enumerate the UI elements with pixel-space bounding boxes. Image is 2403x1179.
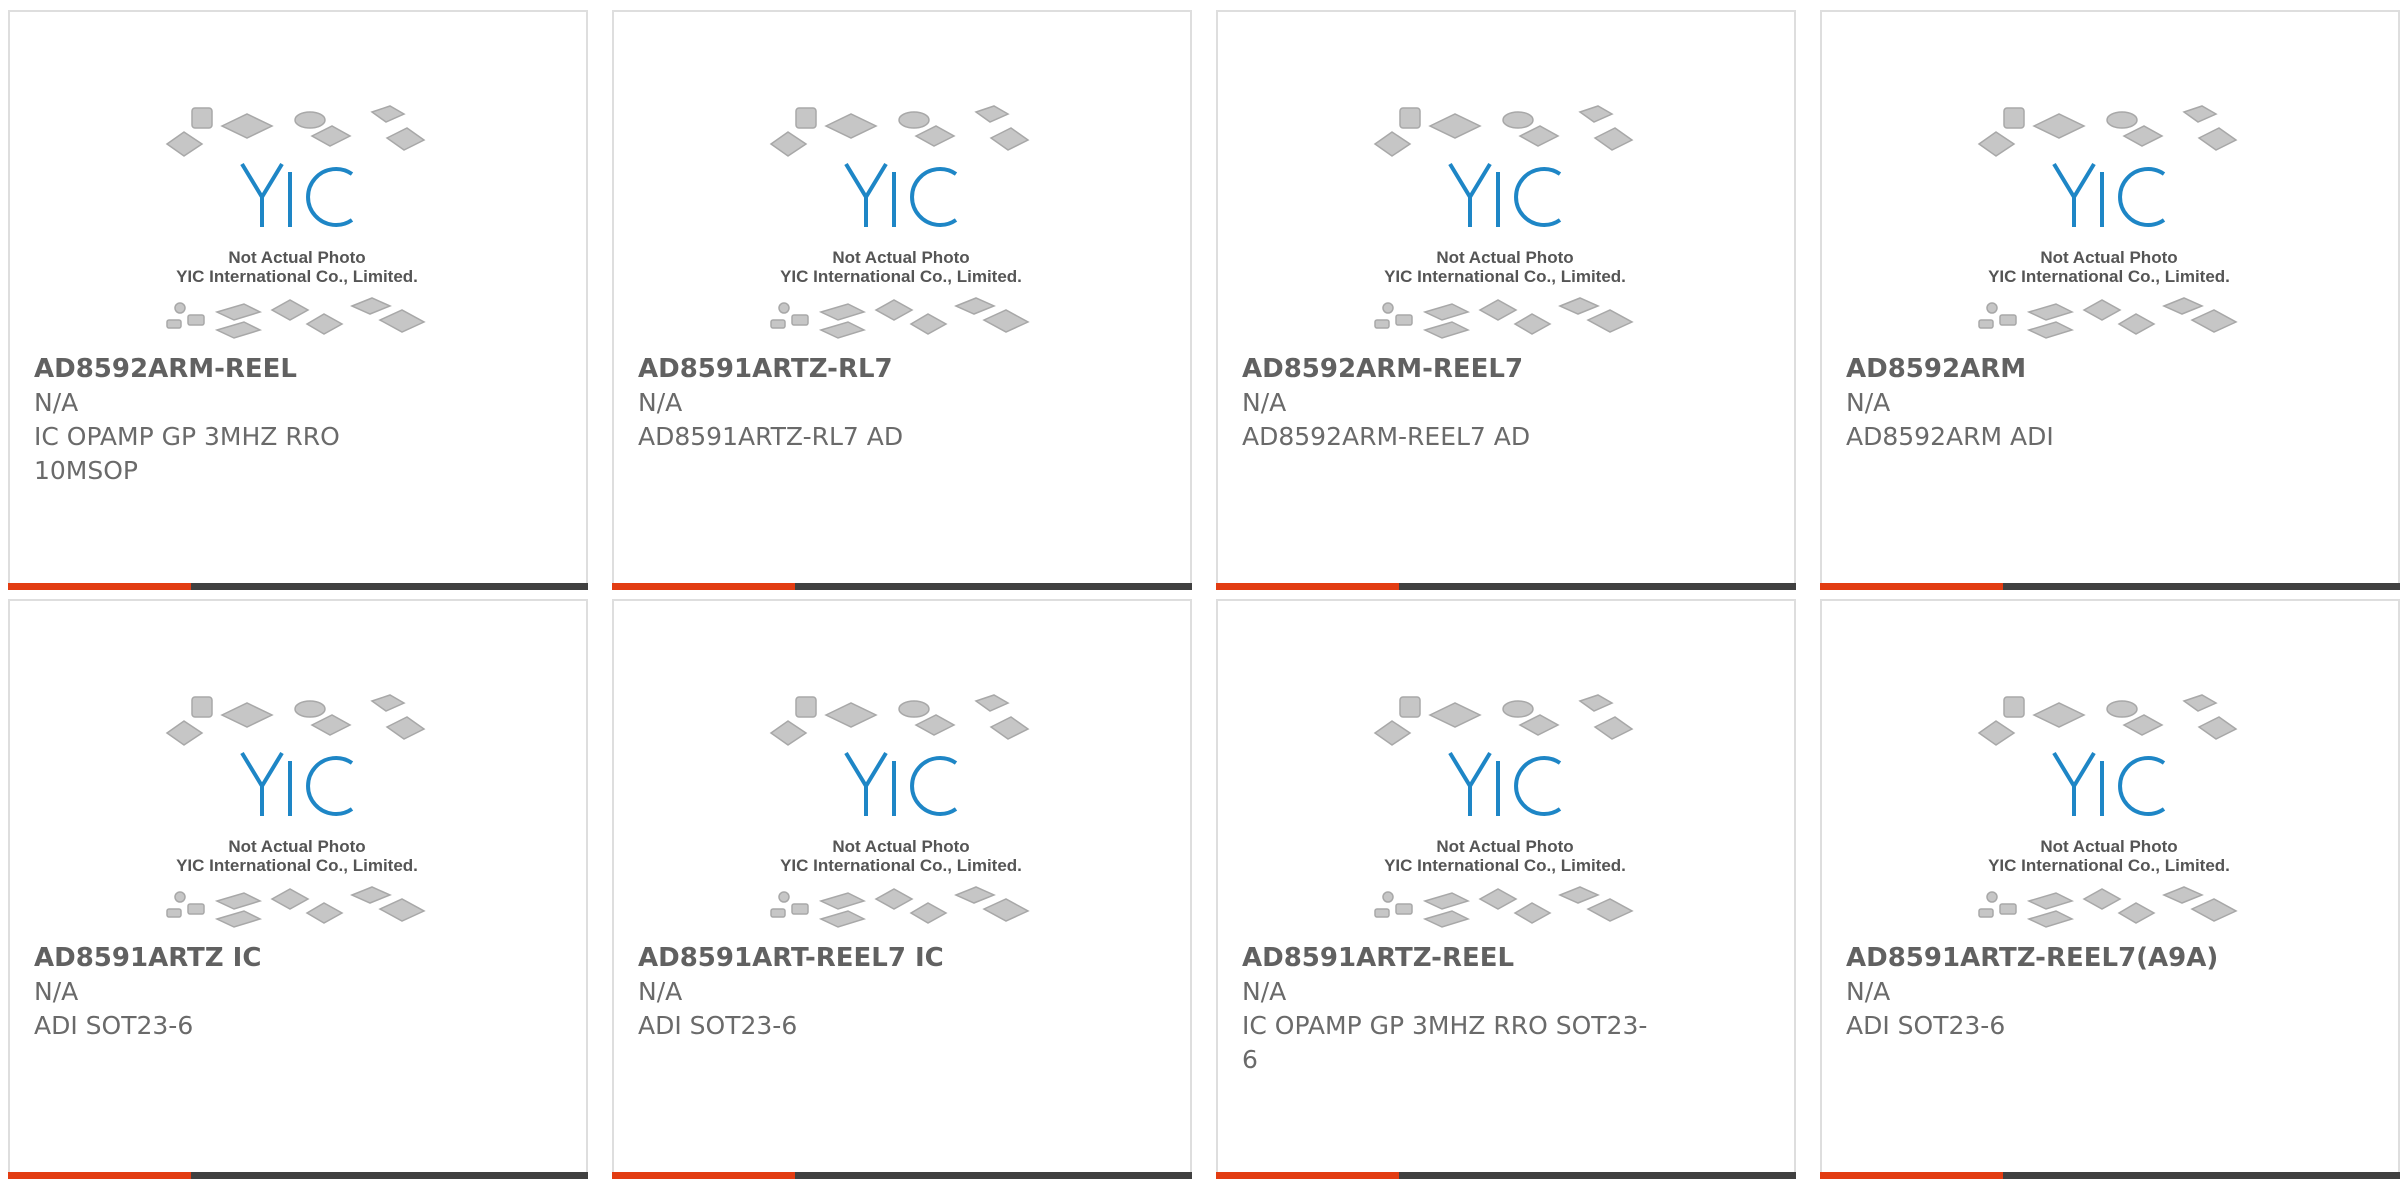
yic-logo bbox=[2052, 751, 2166, 816]
product-card[interactable]: Not Actual Photo YIC International Co., … bbox=[1820, 10, 2400, 590]
yic-company-text: YIC International Co., Limited. bbox=[1384, 856, 1626, 875]
not-actual-photo-image: Not Actual Photo YIC International Co., … bbox=[1373, 694, 1634, 928]
product-description: ADI SOT23-6 bbox=[34, 1011, 194, 1040]
not-actual-photo-image: Not Actual Photo YIC International Co., … bbox=[165, 694, 426, 928]
yic-logo bbox=[844, 751, 958, 816]
product-card[interactable]: Not Actual Photo YIC International Co., … bbox=[1216, 10, 1796, 590]
product-part-number[interactable]: AD8592ARM bbox=[1846, 352, 2286, 386]
product-info: AD8592ARM-REEL7 N/A AD8592ARM-REEL7 AD bbox=[1242, 352, 1682, 454]
yic-logo bbox=[1448, 162, 1562, 227]
card-bottom-bar bbox=[8, 1172, 588, 1179]
product-card[interactable]: Not Actual Photo YIC International Co., … bbox=[8, 599, 588, 1179]
card-bottom-bar bbox=[1216, 1172, 1796, 1179]
card-bottom-bar bbox=[1820, 583, 2400, 590]
product-part-number[interactable]: AD8591ARTZ-REEL7(A9A) bbox=[1846, 941, 2286, 975]
not-actual-photo-text: Not Actual Photo bbox=[832, 837, 969, 856]
product-manufacturer: N/A bbox=[1242, 977, 1287, 1006]
not-actual-photo-text: Not Actual Photo bbox=[1436, 248, 1573, 267]
product-grid: Not Actual Photo YIC International Co., … bbox=[8, 10, 2400, 1179]
not-actual-photo-image: Not Actual Photo YIC International Co., … bbox=[769, 694, 1030, 928]
product-manufacturer: N/A bbox=[1846, 977, 1891, 1006]
product-part-number[interactable]: AD8592ARM-REEL bbox=[34, 352, 474, 386]
product-image-placeholder[interactable]: Not Actual Photo YIC International Co., … bbox=[1974, 691, 2244, 936]
product-card[interactable]: Not Actual Photo YIC International Co., … bbox=[612, 10, 1192, 590]
product-info: AD8591ARTZ-REEL N/A IC OPAMP GP 3MHZ RRO… bbox=[1242, 941, 1682, 1077]
yic-logo bbox=[1448, 751, 1562, 816]
card-bar-accent bbox=[8, 583, 191, 590]
not-actual-photo-text: Not Actual Photo bbox=[832, 248, 969, 267]
card-bottom-bar bbox=[612, 583, 1192, 590]
product-manufacturer: N/A bbox=[1242, 388, 1287, 417]
card-bar-accent bbox=[1820, 1172, 2003, 1179]
product-info: AD8591ARTZ-RL7 N/A AD8591ARTZ-RL7 AD bbox=[638, 352, 1078, 454]
product-image-placeholder[interactable]: Not Actual Photo YIC International Co., … bbox=[162, 691, 432, 936]
not-actual-photo-text: Not Actual Photo bbox=[228, 837, 365, 856]
yic-company-text: YIC International Co., Limited. bbox=[780, 267, 1022, 286]
yic-company-text: YIC International Co., Limited. bbox=[1988, 856, 2230, 875]
product-info: AD8592ARM-REEL N/A IC OPAMP GP 3MHZ RRO … bbox=[34, 352, 474, 488]
product-part-number[interactable]: AD8591ARTZ-RL7 bbox=[638, 352, 1078, 386]
card-bar-accent bbox=[1216, 583, 1399, 590]
product-description: AD8592ARM ADI bbox=[1846, 422, 2054, 451]
not-actual-photo-image: Not Actual Photo YIC International Co., … bbox=[1373, 105, 1634, 339]
card-bar-accent bbox=[8, 1172, 191, 1179]
product-description: ADI SOT23-6 bbox=[638, 1011, 798, 1040]
product-image-placeholder[interactable]: Not Actual Photo YIC International Co., … bbox=[766, 102, 1036, 347]
product-description: AD8592ARM-REEL7 AD bbox=[1242, 422, 1531, 451]
yic-company-text: YIC International Co., Limited. bbox=[176, 856, 418, 875]
not-actual-photo-text: Not Actual Photo bbox=[228, 248, 365, 267]
yic-logo bbox=[844, 162, 958, 227]
card-bar-accent bbox=[1216, 1172, 1399, 1179]
product-info: AD8591ART-REEL7 IC N/A ADI SOT23-6 bbox=[638, 941, 1078, 1043]
product-description: AD8591ARTZ-RL7 AD bbox=[638, 422, 904, 451]
card-bottom-bar bbox=[1216, 583, 1796, 590]
product-image-placeholder[interactable]: Not Actual Photo YIC International Co., … bbox=[1974, 102, 2244, 347]
product-manufacturer: N/A bbox=[638, 977, 683, 1006]
yic-logo bbox=[240, 751, 354, 816]
product-part-number[interactable]: AD8591ARTZ-REEL bbox=[1242, 941, 1682, 975]
product-manufacturer: N/A bbox=[638, 388, 683, 417]
yic-company-text: YIC International Co., Limited. bbox=[780, 856, 1022, 875]
yic-company-text: YIC International Co., Limited. bbox=[176, 267, 418, 286]
product-card[interactable]: Not Actual Photo YIC International Co., … bbox=[8, 10, 588, 590]
card-bar-accent bbox=[612, 1172, 795, 1179]
card-bottom-bar bbox=[612, 1172, 1192, 1179]
not-actual-photo-image: Not Actual Photo YIC International Co., … bbox=[769, 105, 1030, 339]
product-part-number[interactable]: AD8591ART-REEL7 IC bbox=[638, 941, 1078, 975]
product-info: AD8591ARTZ IC N/A ADI SOT23-6 bbox=[34, 941, 474, 1043]
product-description: IC OPAMP GP 3MHZ RRO SOT23-6 bbox=[1242, 1011, 1648, 1074]
not-actual-photo-text: Not Actual Photo bbox=[1436, 837, 1573, 856]
product-card[interactable]: Not Actual Photo YIC International Co., … bbox=[612, 599, 1192, 1179]
product-card[interactable]: Not Actual Photo YIC International Co., … bbox=[1216, 599, 1796, 1179]
not-actual-photo-image: Not Actual Photo YIC International Co., … bbox=[1977, 694, 2238, 928]
product-manufacturer: N/A bbox=[34, 977, 79, 1006]
product-manufacturer: N/A bbox=[34, 388, 79, 417]
product-info: AD8591ARTZ-REEL7(A9A) N/A ADI SOT23-6 bbox=[1846, 941, 2286, 1043]
product-info: AD8592ARM N/A AD8592ARM ADI bbox=[1846, 352, 2286, 454]
product-part-number[interactable]: AD8592ARM-REEL7 bbox=[1242, 352, 1682, 386]
product-image-placeholder[interactable]: Not Actual Photo YIC International Co., … bbox=[766, 691, 1036, 936]
yic-logo bbox=[2052, 162, 2166, 227]
product-description: IC OPAMP GP 3MHZ RRO 10MSOP bbox=[34, 422, 340, 485]
product-part-number[interactable]: AD8591ARTZ IC bbox=[34, 941, 474, 975]
yic-logo bbox=[240, 162, 354, 227]
product-image-placeholder[interactable]: Not Actual Photo YIC International Co., … bbox=[1370, 691, 1640, 936]
card-bottom-bar bbox=[8, 583, 588, 590]
not-actual-photo-image: Not Actual Photo YIC International Co., … bbox=[165, 105, 426, 339]
yic-company-text: YIC International Co., Limited. bbox=[1384, 267, 1626, 286]
not-actual-photo-image: Not Actual Photo YIC International Co., … bbox=[1977, 105, 2238, 339]
product-image-placeholder[interactable]: Not Actual Photo YIC International Co., … bbox=[162, 102, 432, 347]
card-bar-accent bbox=[1820, 583, 2003, 590]
product-description: ADI SOT23-6 bbox=[1846, 1011, 2006, 1040]
product-image-placeholder[interactable]: Not Actual Photo YIC International Co., … bbox=[1370, 102, 1640, 347]
yic-company-text: YIC International Co., Limited. bbox=[1988, 267, 2230, 286]
product-manufacturer: N/A bbox=[1846, 388, 1891, 417]
not-actual-photo-text: Not Actual Photo bbox=[2040, 248, 2177, 267]
card-bottom-bar bbox=[1820, 1172, 2400, 1179]
product-card[interactable]: Not Actual Photo YIC International Co., … bbox=[1820, 599, 2400, 1179]
not-actual-photo-text: Not Actual Photo bbox=[2040, 837, 2177, 856]
card-bar-accent bbox=[612, 583, 795, 590]
